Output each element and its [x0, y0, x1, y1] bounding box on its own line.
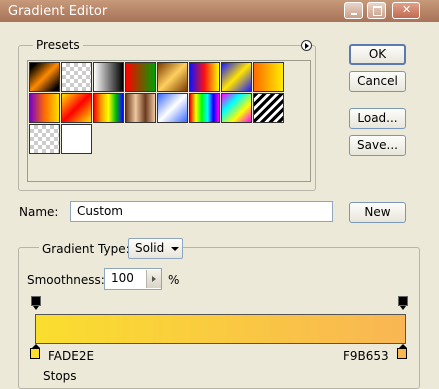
preset-swatch[interactable]	[29, 93, 60, 123]
stops-label: Stops	[43, 369, 77, 383]
window-title: Gradient Editor	[8, 4, 108, 19]
presets-menu-icon[interactable]	[301, 40, 312, 51]
cancel-button[interactable]: Cancel	[349, 71, 406, 92]
preset-swatch[interactable]	[61, 124, 92, 154]
load-button[interactable]: Load...	[349, 108, 406, 129]
title-bar: Gradient Editor	[0, 0, 439, 22]
name-label: Name:	[19, 205, 59, 219]
preset-swatch[interactable]	[125, 93, 156, 123]
preset-swatch[interactable]	[29, 124, 60, 154]
preset-swatch[interactable]	[61, 62, 92, 92]
arrow-right-icon	[152, 276, 156, 282]
name-input[interactable]: Custom	[70, 201, 333, 222]
save-button[interactable]: Save...	[349, 135, 406, 156]
stop-left-label: FADE2E	[48, 349, 95, 363]
minimize-button[interactable]	[344, 2, 363, 19]
preset-swatches	[29, 62, 287, 154]
preset-swatch[interactable]	[93, 62, 124, 92]
gradient-type-label: Gradient Type:	[39, 242, 133, 256]
preset-swatch[interactable]	[253, 93, 284, 123]
smoothness-unit: %	[168, 273, 180, 287]
preset-swatch[interactable]	[93, 93, 124, 123]
close-button[interactable]	[392, 2, 420, 19]
preset-swatch[interactable]	[157, 93, 188, 123]
maximize-button[interactable]	[367, 2, 386, 19]
gradient-preview-bar[interactable]	[35, 314, 406, 344]
preset-swatch[interactable]	[221, 93, 252, 123]
gradient-type-value: Solid	[135, 241, 165, 255]
preset-swatch[interactable]	[61, 93, 92, 123]
smoothness-label: Smoothness:	[27, 273, 105, 287]
preset-swatch[interactable]	[157, 62, 188, 92]
stop-right-label: F9B653	[343, 349, 389, 363]
preset-swatch[interactable]	[125, 62, 156, 92]
preset-swatch[interactable]	[221, 62, 252, 92]
presets-label: Presets	[33, 38, 83, 52]
gradient-type-select[interactable]: Solid	[128, 238, 183, 259]
chevron-down-icon	[171, 247, 179, 251]
preset-swatch[interactable]	[253, 62, 284, 92]
preset-swatch[interactable]	[189, 93, 220, 123]
ok-button[interactable]: OK	[349, 44, 406, 65]
preset-swatch[interactable]	[189, 62, 220, 92]
new-button[interactable]: New	[349, 202, 406, 223]
preset-swatch[interactable]	[29, 62, 60, 92]
smoothness-arrow-button[interactable]	[146, 270, 161, 288]
